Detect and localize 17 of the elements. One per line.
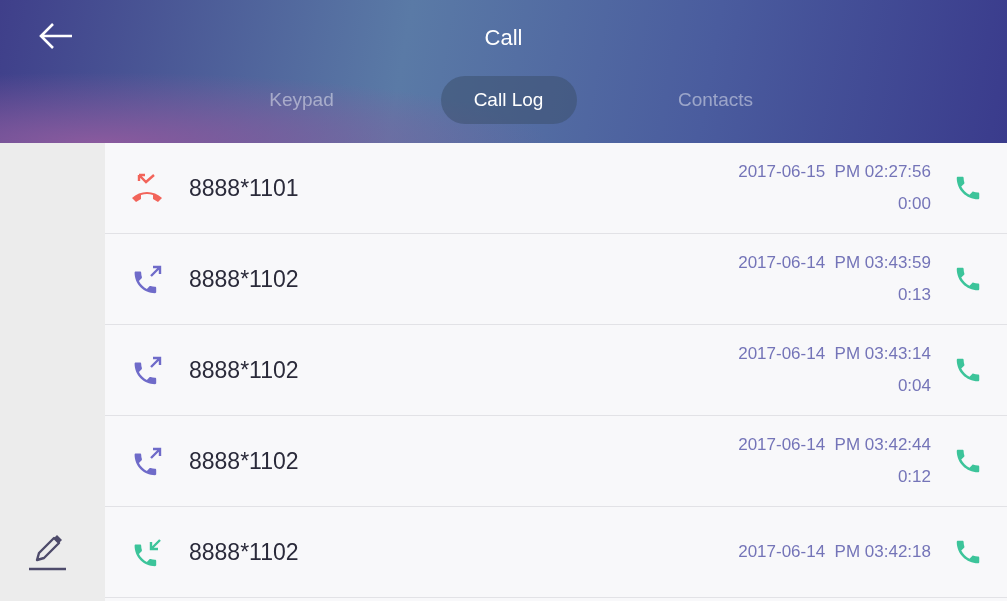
- screen-title: Call: [484, 25, 523, 51]
- tab[interactable]: Call Log: [440, 76, 577, 124]
- call-duration: 0:04: [897, 376, 931, 396]
- call-time: 2017-06-15 PM 02:27:56: [738, 162, 931, 182]
- phone-number: 8888*1102: [189, 356, 300, 384]
- call-time: 2017-06-14 PM 03:43:14: [738, 344, 931, 364]
- call-duration: 0:12: [897, 467, 931, 487]
- phone-number: 8888*1102: [189, 447, 300, 475]
- call-time: 2017-06-14 PM 03:42:18: [738, 542, 931, 562]
- phone-number: 8888*1102: [189, 538, 300, 566]
- call-time: 2017-06-14 PM 03:43:59: [738, 253, 931, 273]
- back-arrow-icon[interactable]: [38, 22, 74, 50]
- phone-number: 8888*1102: [189, 265, 300, 293]
- call-duration: 0:13: [897, 285, 931, 305]
- phone-number: 8888*1101: [189, 174, 300, 202]
- call-duration: 0:00: [897, 194, 931, 214]
- call-time: 2017-06-14 PM 03:42:44: [738, 435, 931, 455]
